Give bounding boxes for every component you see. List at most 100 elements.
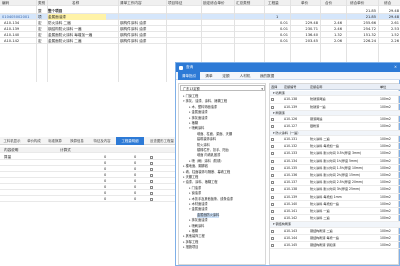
dialog-tab-bar: 清单指引 清单 定额 人材机 我的数据 [176,72,400,80]
grid-row-quota[interactable]: A10-142 定 金属面防火涂料 二遍 钢构件涂料 油漆 0.01 203.4… [0,38,400,44]
tree-node-label: 天棚工程 [185,175,199,179]
quota-row[interactable]: A10-143 钢结构刷漆 二遍 100m2 [270,228,400,235]
quota-row[interactable]: A10-144 钢结构刷漆 每增一遍 100m2 [270,235,400,243]
tree-node-label: 喷刷涂料 [191,223,205,228]
col-header-sum[interactable]: 综合 [384,0,400,6]
quota-row-checkbox[interactable] [271,138,274,142]
quota-row-checkbox[interactable] [271,105,274,109]
tab-labor-material[interactable]: 人材机 [235,72,255,80]
col-header-work-content[interactable]: 清单工作内容 [120,0,160,6]
tab-standard-conversion[interactable]: 标准换算 [44,137,66,145]
quota-row[interactable]: A10-132 防火涂料 每增加一遍 100m2 [270,143,400,151]
quota-row-checkbox[interactable] [271,145,274,149]
quota-row-checkbox[interactable] [271,125,274,129]
quota-row[interactable]: A10-140 防火涂料 每增加一遍 100m2 [270,201,400,208]
quota-row-checkbox[interactable] [271,166,274,170]
quota-row-checkbox[interactable] [271,188,274,192]
tree-node-label: 金属面油漆 [191,207,208,212]
quota-name: 防火涂料 耐火时间 2h(厚度 15mm) [310,173,361,177]
tab-quota[interactable]: 定额 [218,72,234,80]
quota-row-checkbox[interactable] [271,217,274,221]
quota-row-checkbox[interactable] [271,152,274,156]
col-header-qty[interactable]: 工程量 [268,0,290,6]
row-checkbox[interactable] [150,197,153,201]
quota-code: A10-142 [284,216,298,221]
caret-icon: ▸ [189,202,191,206]
quota-row[interactable]: A10-127 银粉漆 100m2 [270,123,400,131]
tree-node-label: 墙面 内墙乳胶漆 [197,153,221,158]
close-icon[interactable]: ✕ [394,63,397,72]
quota-row-checkbox[interactable] [271,98,274,102]
caret-icon: ▸ [189,158,191,163]
tab-list-guide[interactable]: 清单指引 [178,72,200,80]
tab-quantity-detail[interactable]: 工程量明细 [116,137,144,145]
quota-row[interactable]: A10-137 防火涂料 耐火时间 2.5h(厚度 20mm) 100m2 [270,179,400,187]
row-value: 0 [134,197,137,201]
quota-row[interactable]: A10-136 防火涂料 耐火时间 2h(厚度 15mm) 100m2 [270,172,400,180]
quota-library-select[interactable]: 广东13定额 ▾ [180,85,265,91]
tree-node[interactable]: ▸措施项目 [183,245,198,250]
quota-row[interactable]: A10-145 钢结构刷漆 调和漆 100m2 [270,242,400,250]
tab-price-composition[interactable]: 单价构成 [24,137,44,145]
tab-materials[interactable]: 工料机显示 [0,137,24,145]
quota-row-checkbox[interactable] [271,244,274,248]
col-header-lock-price[interactable]: 锁定综合单价 [203,0,233,6]
col-header-summary[interactable]: 汇总类别 [236,0,258,6]
col-header-unit-price[interactable]: 综合单价 [350,0,376,6]
col-header-total[interactable]: 合价 [325,0,343,6]
row-checkbox[interactable] [150,185,153,189]
tab-my-data[interactable]: 我的数据 [256,72,278,80]
quota-row-checkbox[interactable] [271,229,274,233]
quota-row[interactable]: A10-126 钢漆两遍 100m2 [270,116,400,124]
row-price: 203.45 [305,39,318,43]
quota-code: A10-127 [284,124,298,129]
quota-unit: 100m2 [380,117,391,122]
row-checkbox[interactable] [150,167,153,171]
row-checkbox[interactable] [150,179,153,183]
quota-row[interactable]: A10-134 防火涂料 耐火时间 1h(厚度 5mm) 100m2 [270,158,400,165]
quota-code: A10-139 [284,104,298,109]
quota-row-checkbox[interactable] [271,181,274,185]
col-header-feature[interactable]: 项目特征 [168,0,198,6]
row-checkbox[interactable] [150,191,153,195]
quota-row[interactable]: A10-138 防锈漆两遍 100m2 [270,96,400,104]
quota-row[interactable]: A10-131 防火涂料 二遍 100m2 [270,136,400,144]
tab-list[interactable]: 清单 [201,72,217,80]
quota-row-checkbox[interactable] [271,210,274,214]
quota-unit: 100m2 [380,228,391,233]
quota-name: 钢漆两遍 [310,117,323,122]
quota-name: 防火涂料 耐火时间 0.5h(厚度 3mm) [310,151,362,156]
quota-row-checkbox[interactable] [271,118,274,122]
dialog-titlebar[interactable]: 查询 ✕ [176,63,400,72]
col-header-name[interactable]: 名称 [72,0,100,6]
quota-row-checkbox[interactable] [271,159,274,163]
tree-node-label: 金属面防火涂料 [197,212,220,217]
quota-unit: 100m2 [380,104,391,109]
row-checkbox[interactable] [150,161,153,165]
row-unit-price: 226.24 [363,39,376,43]
quota-row[interactable]: A10-141 防火涂料 一遍 100m2 [270,208,400,216]
quota-row-checkbox[interactable] [271,174,274,178]
quota-row-checkbox[interactable] [271,237,274,241]
quota-row[interactable]: A10-133 防火涂料 耐火时间 0.5h(厚度 3mm) 100m2 [270,150,400,158]
row-checkbox[interactable] [150,155,153,159]
quota-row-checkbox[interactable] [271,195,274,199]
quota-unit: 100m2 [380,187,391,192]
col-header-formula: 计算式 [60,148,71,152]
tab-features[interactable]: 特征及内容 [88,137,116,145]
quota-row[interactable]: A10-139 防锈漆一遍 100m2 [270,104,400,111]
tab-conversion-info[interactable]: 换算信息 [66,137,88,145]
quota-row[interactable]: A10-142 防火涂料 二遍 100m2 [270,215,400,223]
quota-row[interactable]: A10-138 防火涂料 耐火时间 3h(厚度 25mm) 100m2 [270,186,400,194]
quota-row-checkbox[interactable] [271,202,274,206]
quota-row[interactable]: A10-139 防火涂料 每增加 1mm 100m2 [270,194,400,201]
col-header-code[interactable]: 编码 [2,0,26,6]
quota-row[interactable]: A10-135 防火涂料 耐火时间 1.5h(厚度 10mm) 100m2 [270,165,400,172]
col-header-price[interactable]: 单价 [301,0,319,6]
quota-unit: 100m2 [380,165,391,170]
quota-name: 防火涂料 每增加一遍 [310,144,339,149]
row-checkbox[interactable] [150,173,153,177]
col-header-type[interactable]: 类别 [38,0,52,6]
grid-divider [47,0,48,82]
tree-node-label: 门油漆 [191,185,202,190]
